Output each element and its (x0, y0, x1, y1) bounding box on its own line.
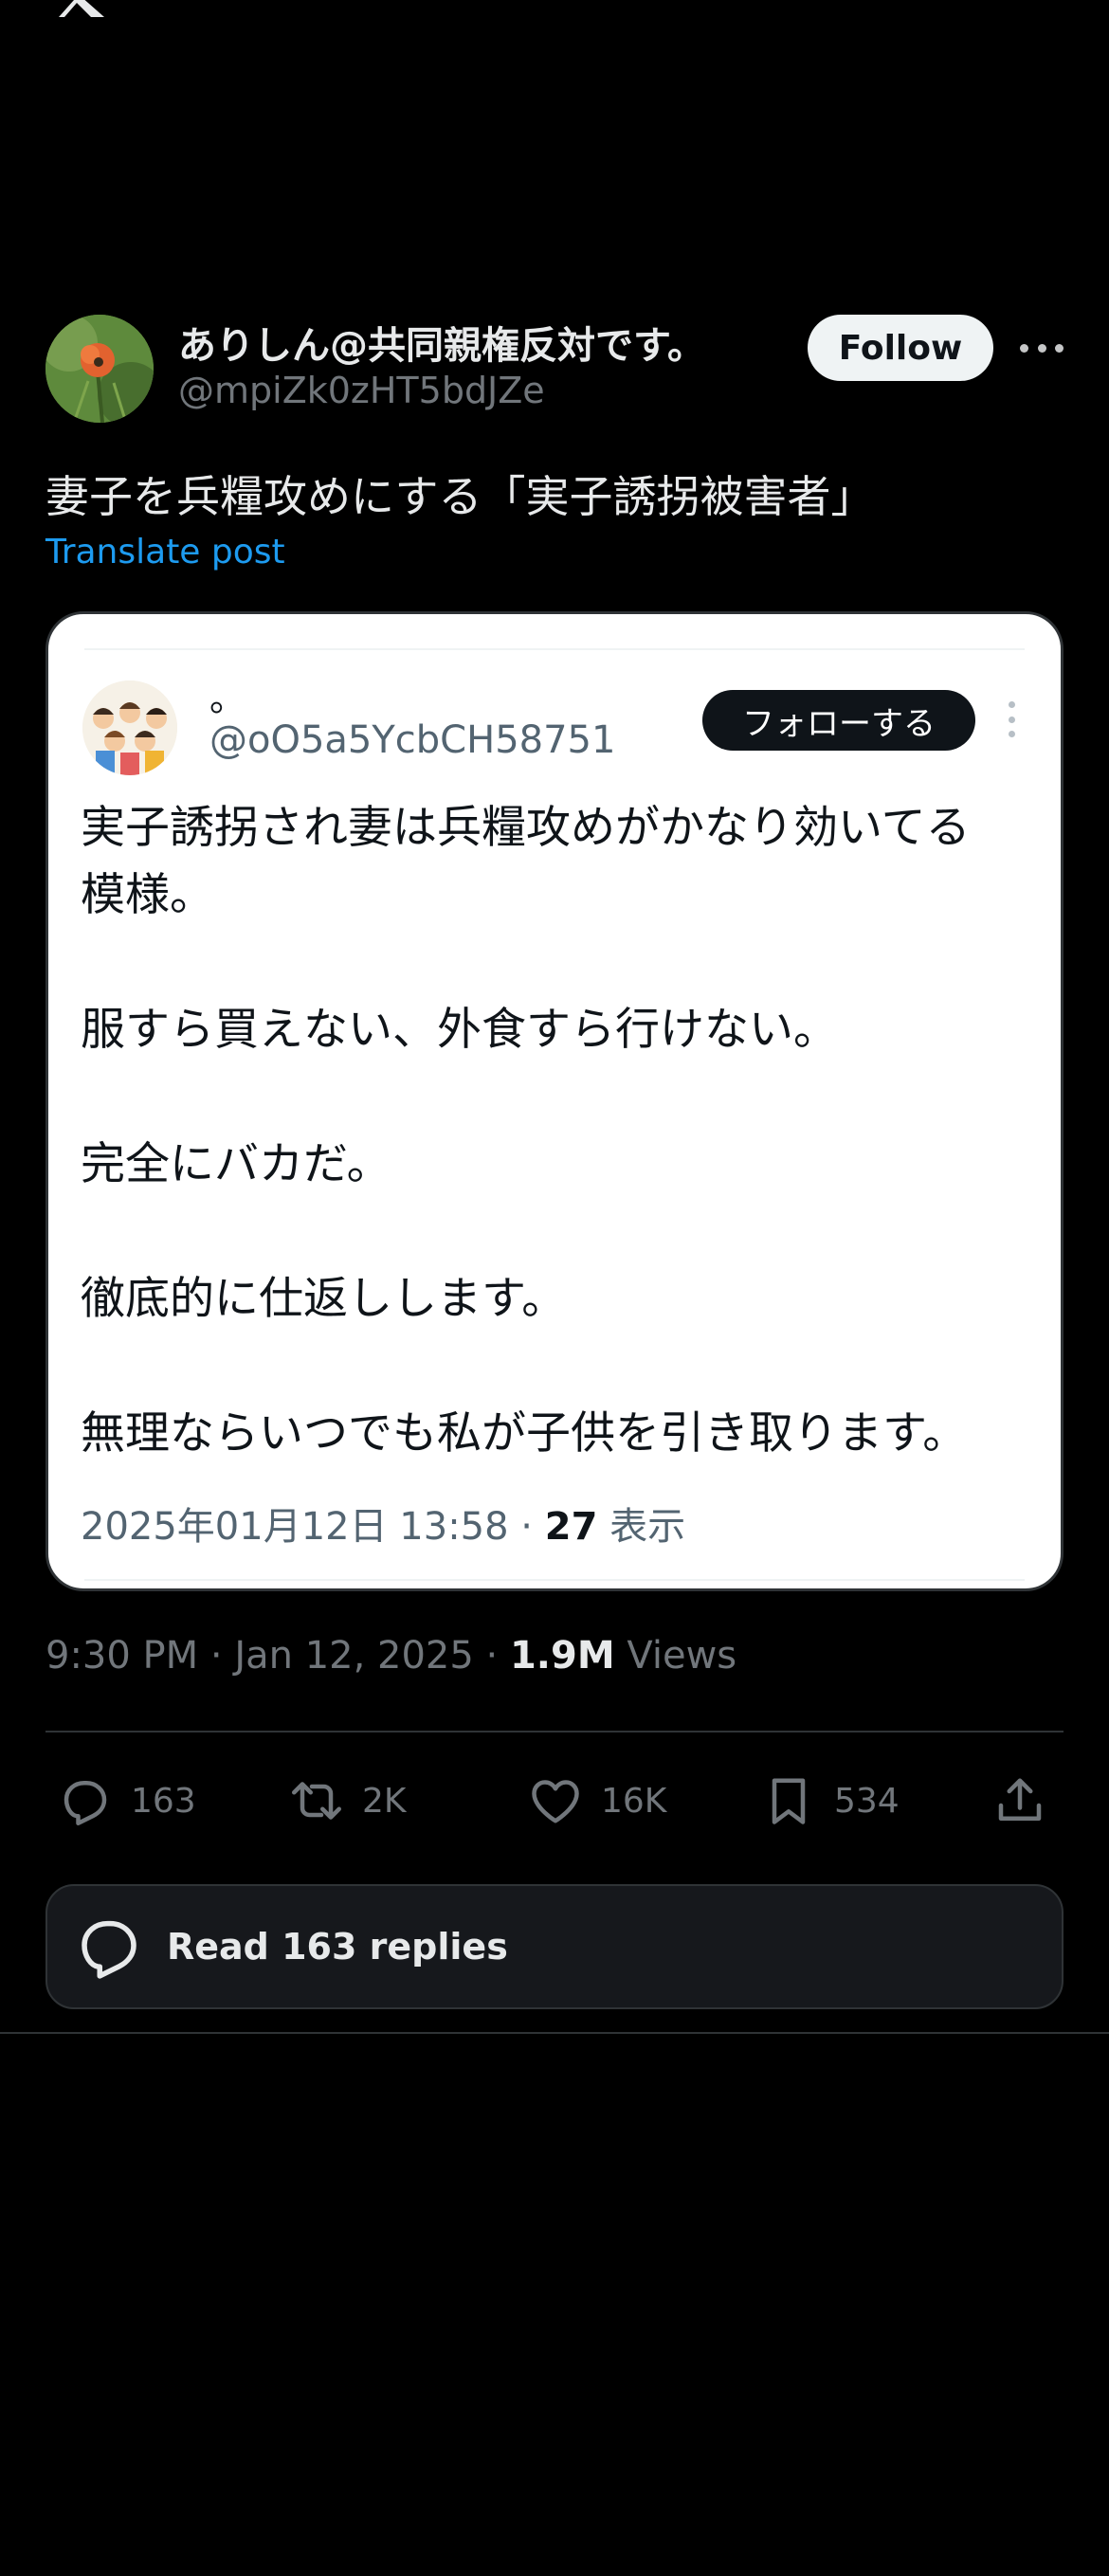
like-button[interactable]: 16K (527, 1763, 666, 1839)
bookmark-icon (772, 1778, 806, 1824)
share-button[interactable] (991, 1763, 1048, 1839)
group-of-people-illustration (82, 680, 177, 775)
x-logo-icon[interactable] (45, 0, 108, 17)
like-count: 16K (601, 1781, 667, 1821)
quoted-more-icon (1008, 701, 1015, 737)
repost-count: 2K (362, 1781, 407, 1821)
replies-bubble-icon (82, 1920, 136, 1979)
author-display-name[interactable]: ありしん@共同親権反対です。 (178, 315, 705, 370)
more-options-icon[interactable] (1020, 332, 1064, 364)
post-text: 妻子を兵糧攻めにする「実子誘拐被害者」 (45, 471, 875, 522)
quoted-avatar (82, 680, 177, 775)
heart-icon (532, 1780, 579, 1823)
quoted-body-line (81, 1333, 1038, 1400)
read-replies-button[interactable]: Read 163 replies (45, 1884, 1064, 2009)
translate-post-link[interactable]: Translate post (45, 533, 285, 571)
share-icon (998, 1778, 1042, 1821)
author-handle[interactable]: @mpiZk0zHT5bdJZe (178, 370, 545, 411)
more-dot (1008, 716, 1015, 723)
quoted-body-line: 服すら買えない、外食すら行けない。 (81, 1004, 838, 1056)
quoted-follow-button: フォローする (702, 690, 975, 751)
card-divider (84, 648, 1025, 650)
quoted-body-line: 徹底的に仕返しします。 (81, 1273, 567, 1325)
divider (0, 2032, 1109, 2034)
quoted-views-count: 27 (544, 1505, 598, 1549)
poppy-flower-image (45, 315, 154, 423)
reply-count: 163 (131, 1781, 196, 1821)
quoted-body-line: 完全にバカだ。 (81, 1138, 391, 1190)
quoted-meta: 2025年01月12日 13:58 · 27 表示 (81, 1496, 685, 1551)
divider (45, 1731, 1064, 1732)
author-avatar[interactable] (45, 315, 154, 423)
repost-icon (292, 1782, 341, 1820)
views-count: 1.9M (509, 1634, 615, 1678)
post-detail-page: ありしん@共同親権反対です。 @mpiZk0zHT5bdJZe Follow 妻… (0, 0, 1109, 2576)
views-label: Views (614, 1634, 737, 1678)
more-dot (1008, 731, 1015, 737)
more-dot (1037, 343, 1046, 353)
reply-icon (64, 1781, 107, 1825)
repost-button[interactable]: 2K (288, 1763, 407, 1839)
more-dot (1020, 343, 1028, 353)
read-replies-label: Read 163 replies (167, 1926, 508, 1968)
post-author: ありしん@共同親権反対です。 @mpiZk0zHT5bdJZe Follow (45, 315, 1064, 426)
quoted-views-label: 表示 (597, 1505, 686, 1549)
reply-button[interactable]: 163 (57, 1763, 196, 1839)
quoted-body-line (81, 1063, 1038, 1131)
post-actions: 163 2K 16K 534 (45, 1763, 1064, 1839)
quoted-body-line (81, 1198, 1038, 1265)
post-timestamp[interactable]: 9:30 PM · Jan 12, 2025 · (45, 1634, 510, 1678)
attached-image-card[interactable]: 。 @oO5a5YcbCH58751 フォローする 実子誘拐され妻は兵糧攻めがか… (45, 611, 1064, 1591)
more-dot (1055, 343, 1064, 353)
follow-button[interactable]: Follow (808, 315, 993, 381)
post-meta: 9:30 PM · Jan 12, 2025 · 1.9M Views (45, 1634, 736, 1678)
quoted-body-line: 模様。 (81, 869, 214, 921)
more-dot (1008, 701, 1015, 708)
quoted-timestamp: 2025年01月12日 13:58 · (81, 1505, 545, 1549)
quoted-body: 実子誘拐され妻は兵糧攻めがかなり効いてる 模様。 服すら買えない、外食すら行けな… (81, 794, 1038, 1467)
quoted-body-line (81, 929, 1038, 996)
card-divider (84, 1579, 1025, 1581)
quoted-body-line: 実子誘拐され妻は兵糧攻めがかなり効いてる (81, 802, 971, 854)
quoted-body-line: 無理ならいつでも私が子供を引き取ります。 (81, 1407, 968, 1460)
bookmark-button[interactable]: 534 (760, 1763, 900, 1839)
quoted-display-name: 。 (209, 678, 246, 719)
bookmark-count: 534 (834, 1781, 900, 1821)
quoted-handle: @oO5a5YcbCH58751 (209, 718, 616, 762)
